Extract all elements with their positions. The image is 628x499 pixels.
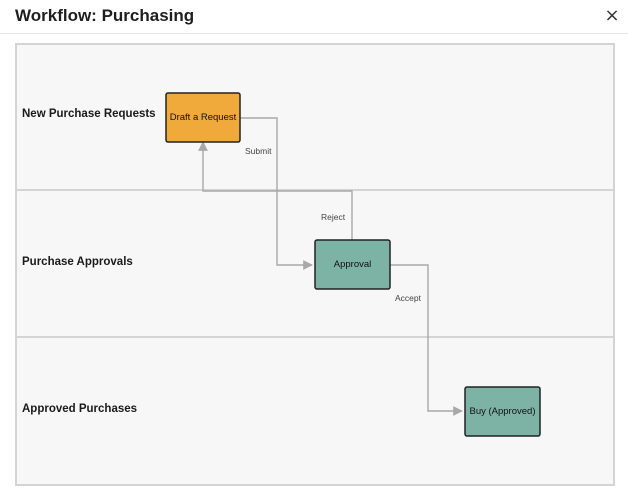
node-label: Buy (Approved)	[469, 406, 535, 417]
workflow-canvas-area: New Purchase Requests Purchase Approvals…	[0, 34, 628, 499]
edge-label: Reject	[321, 212, 346, 222]
node-buy-approved[interactable]: Buy (Approved)	[464, 386, 541, 437]
edge-label: Accept	[395, 293, 422, 303]
lane-new-purchase-requests: New Purchase Requests	[15, 43, 615, 191]
edge-label: Submit	[245, 146, 272, 156]
workflow-diagram: New Purchase Requests Purchase Approvals…	[15, 43, 615, 486]
lane-label: Approved Purchases	[22, 403, 137, 415]
dialog-title: Workflow: Purchasing	[15, 6, 195, 25]
dialog-header: Workflow: Purchasing ×	[0, 0, 628, 34]
node-approval[interactable]: Approval	[314, 239, 391, 290]
node-label: Draft a Request	[170, 112, 237, 123]
node-draft-a-request[interactable]: Draft a Request	[165, 92, 241, 143]
node-label: Approval	[334, 259, 372, 270]
close-icon[interactable]: ×	[600, 4, 624, 28]
lane-label: Purchase Approvals	[22, 256, 133, 268]
lane-label: New Purchase Requests	[22, 108, 156, 120]
